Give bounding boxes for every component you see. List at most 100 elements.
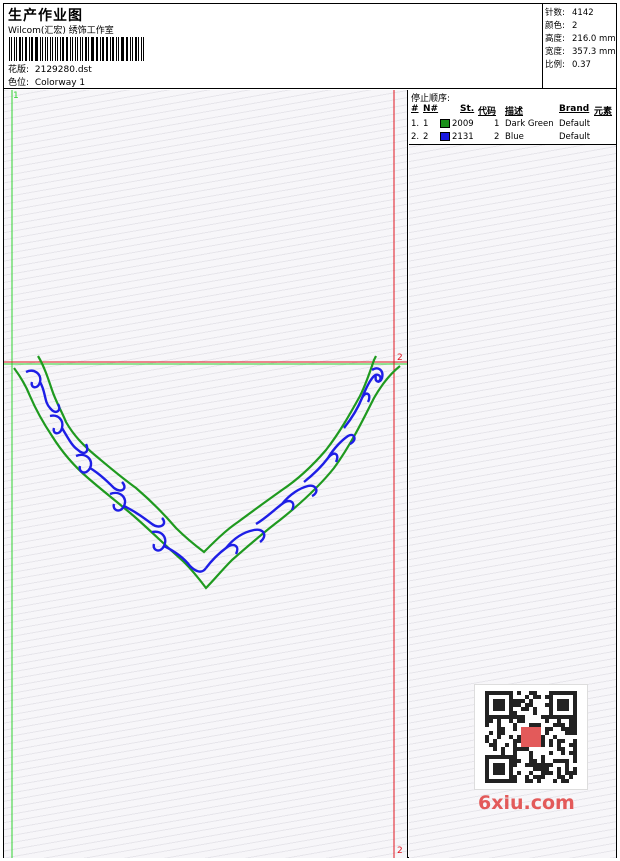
barcode-bar — [90, 37, 92, 61]
row2-desc: Blue — [505, 132, 524, 142]
barcode-bar — [79, 37, 81, 61]
barcode-bar — [97, 37, 99, 61]
col-hash: # — [411, 104, 419, 114]
design-file-line: 花版: 2129280.dst — [8, 62, 92, 75]
row2-color-swatch — [440, 132, 450, 141]
scroll-left-1 — [25, 369, 61, 414]
barcode-bar — [100, 37, 102, 61]
stat-colors-value: 2 — [572, 21, 578, 31]
outline-inner — [37, 355, 377, 554]
stat-colors-label: 颜色: — [545, 21, 565, 31]
row1-desc: Dark Green — [505, 119, 554, 129]
scroll-right-1 — [205, 528, 266, 569]
barcode-bar — [31, 37, 33, 61]
stat-width-label: 宽度: — [545, 47, 565, 57]
row1-brand: Default — [559, 119, 591, 129]
marker-mid-right: 2 — [397, 353, 403, 363]
barcode-bar — [81, 37, 83, 61]
barcode-bar — [54, 37, 57, 61]
scroll-left-2 — [49, 414, 89, 455]
barcode-bar — [77, 37, 78, 61]
barcode-bar — [138, 37, 139, 61]
design-stats: 针数: 4142 颜色: 2 高度: 216.0 mm 宽度: 357.3 mm 比例:… — [542, 4, 616, 89]
barcode-bar — [29, 37, 31, 61]
studio-name: Wilcom(汇宏) 绣饰工作室 — [8, 26, 114, 36]
outline-outer — [13, 365, 401, 590]
row2-st: 2131 — [452, 132, 474, 142]
barcode-bar — [127, 37, 129, 61]
barcode-bar — [44, 37, 47, 61]
row1-no: 1 — [423, 119, 429, 129]
worksheet-header: 生产作业图 Wilcom(汇宏) 绣饰工作室 花版: 2129280.dst 色… — [4, 4, 616, 89]
stat-height-label: 高度: — [545, 34, 565, 44]
barcode-bar — [130, 37, 132, 61]
stat-scale-label: 比例: — [545, 60, 565, 70]
barcode-bar — [102, 37, 104, 61]
barcode-bar — [132, 37, 134, 61]
stop-sequence-title: 停止顺序: — [411, 94, 451, 104]
barcode-bar — [107, 37, 109, 61]
barcode-bar — [120, 37, 122, 61]
worksheet-frame: 生产作业图 Wilcom(汇宏) 绣饰工作室 花版: 2129280.dst 色… — [3, 3, 617, 858]
barcode-bar — [122, 37, 124, 61]
barcode-bar — [65, 37, 67, 61]
barcode-bar — [72, 37, 73, 61]
qr-code-watermark — [474, 684, 588, 790]
col-st: St. — [460, 104, 475, 114]
col-desc: 描述 — [505, 107, 524, 117]
scroll-right-2 — [255, 484, 318, 526]
stat-height: 高度: 216.0 mm — [545, 32, 616, 44]
row1-code: 1 — [494, 119, 500, 129]
watermark-site: 6xiu.com — [478, 792, 575, 814]
scroll-motifs — [25, 367, 384, 573]
scroll-left-5 — [151, 530, 207, 573]
colorway-line: 色位: Colorway 1 — [8, 75, 85, 88]
barcode-bar — [9, 37, 11, 61]
page-title: 生产作业图 — [8, 8, 83, 24]
barcode-bar — [74, 37, 77, 61]
barcode-bar — [84, 37, 87, 61]
barcode-bar — [15, 37, 18, 61]
col-brand: Brand — [559, 104, 590, 114]
barcode-bar — [49, 37, 51, 61]
barcode-bar — [115, 37, 118, 61]
barcode — [9, 37, 146, 61]
design-file-value: 2129280.dst — [34, 65, 92, 75]
stat-stitches: 针数: 4142 — [545, 6, 594, 18]
marker-bottom-right: 2 — [397, 846, 403, 856]
barcode-bar — [95, 37, 97, 61]
barcode-bar — [67, 37, 68, 61]
barcode-bar — [34, 37, 36, 61]
barcode-bar — [61, 37, 64, 61]
stat-width-value: 357.3 mm — [572, 47, 616, 57]
colorway-value: Colorway 1 — [34, 78, 86, 88]
barcode-bar — [111, 37, 114, 61]
barcode-bar — [142, 37, 144, 61]
barcode-bar — [42, 37, 43, 61]
barcode-bar — [36, 37, 39, 61]
row2-hash: 2. — [411, 132, 420, 142]
stat-stitches-value: 4142 — [572, 8, 594, 18]
col-no: N# — [423, 104, 439, 114]
barcode-bar — [87, 37, 89, 61]
stat-height-value: 216.0 mm — [572, 34, 616, 44]
stop-sequence-table: 停止顺序: # N# St. 代码 描述 Brand 元素 1. 1 2009 … — [409, 90, 616, 145]
stat-stitches-label: 针数: — [545, 8, 565, 18]
colorway-label: 色位: — [8, 78, 30, 88]
barcode-bar — [40, 37, 42, 61]
marker-top-left: 1 — [13, 91, 19, 101]
barcode-bar — [19, 37, 22, 61]
row2-code: 2 — [494, 132, 500, 142]
barcode-bar — [125, 37, 127, 61]
design-file-label: 花版: — [8, 65, 30, 75]
barcode-bar — [57, 37, 58, 61]
barcode-bar — [69, 37, 72, 61]
barcode-bar — [47, 37, 48, 61]
barcode-bar — [140, 37, 142, 61]
barcode-bar — [11, 37, 13, 61]
barcode-bar — [26, 37, 28, 61]
embroidery-preview — [4, 90, 407, 858]
stat-colors: 颜色: 2 — [545, 19, 577, 31]
barcode-bar — [110, 37, 111, 61]
stat-scale-value: 0.37 — [572, 60, 591, 70]
